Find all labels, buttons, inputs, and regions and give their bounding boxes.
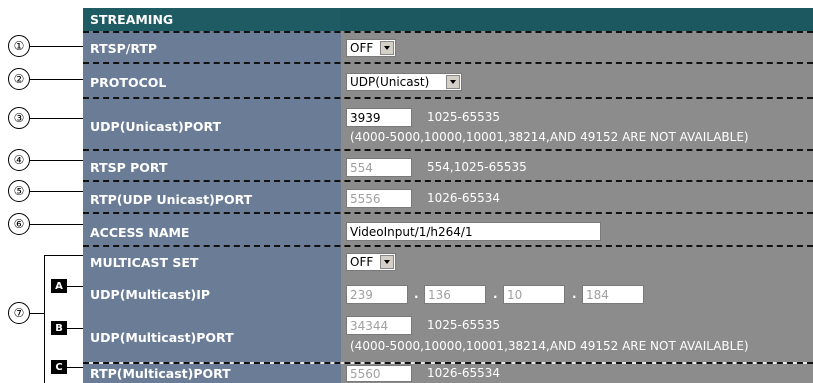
row-protocol: PROTOCOL UDP(Unicast) (83, 65, 813, 100)
udp-multicast-ip-label: UDP(Multicast)IP (83, 276, 341, 312)
section-title: STREAMING (83, 8, 340, 31)
rtsp-port-input[interactable]: 554 (346, 158, 412, 177)
rtsp-port-label: RTSP PORT (83, 152, 341, 183)
callout-3: ③ (8, 107, 30, 129)
row-rtp-multicast-port: RTP(Multicast)PORT 5560 1026-65534 (83, 364, 813, 383)
row-access-name: ACCESS NAME VideoInput/1/h264/1 (83, 215, 813, 249)
rtsp-rtp-label: RTSP/RTP (83, 31, 341, 65)
ip-separator: . (414, 287, 419, 301)
callout-a: A (51, 279, 67, 293)
udp-multicast-port-note: (4000-5000,10000,10001,38214,AND 49152 A… (350, 339, 749, 353)
rtp-multicast-port-input[interactable]: 5560 (346, 365, 412, 382)
multicast-ip-octet-3[interactable]: 10 (503, 285, 565, 304)
rtsp-port-range: 554,1025-65535 (427, 160, 527, 174)
udp-multicast-port-input[interactable]: 34344 (346, 316, 412, 335)
rtp-udp-unicast-port-range: 1026-65534 (427, 191, 501, 205)
callout-4: ④ (8, 149, 30, 171)
callout-c: C (51, 360, 67, 374)
udp-unicast-port-label: UDP(Unicast)PORT (83, 100, 341, 152)
callout-1: ① (8, 35, 30, 57)
row-rtsp-rtp: RTSP/RTP OFF (83, 31, 813, 65)
protocol-label: PROTOCOL (83, 65, 341, 100)
udp-unicast-port-range: 1025-65535 (427, 110, 501, 124)
rtp-udp-unicast-port-input[interactable]: 5556 (346, 189, 412, 208)
streaming-header: STREAMING (83, 8, 813, 31)
multicast-set-select[interactable]: OFF (346, 253, 396, 271)
row-rtp-udp-unicast-port: RTP(UDP Unicast)PORT 5556 1026-65534 (83, 183, 813, 215)
access-name-label: ACCESS NAME (83, 215, 341, 249)
row-rtsp-port: RTSP PORT 554 554,1025-65535 (83, 152, 813, 183)
rtp-multicast-port-label: RTP(Multicast)PORT (83, 364, 341, 383)
access-name-input[interactable]: VideoInput/1/h264/1 (346, 222, 601, 241)
row-udp-unicast-port: UDP(Unicast)PORT 3939 1025-65535 (4000-5… (83, 100, 813, 152)
streaming-panel: STREAMING RTSP/RTP OFF PROTOCOL UDP(Unic… (83, 8, 813, 383)
row-udp-multicast-ip: UDP(Multicast)IP 239 . 136 . 10 . 184 (83, 276, 813, 312)
chevron-down-icon (380, 255, 394, 269)
rtp-multicast-port-range: 1026-65534 (427, 366, 501, 380)
udp-multicast-port-range: 1025-65535 (427, 318, 501, 332)
callout-markers: ① ② ③ ④ ⑤ ⑥ ⑦ A B C (0, 0, 83, 383)
chevron-down-icon (380, 41, 394, 55)
multicast-ip-octet-2[interactable]: 136 (424, 285, 486, 304)
multicast-set-label: MULTICAST SET (83, 249, 341, 276)
udp-unicast-port-input[interactable]: 3939 (346, 108, 412, 127)
callout-2: ② (8, 68, 30, 90)
callout-5: ⑤ (8, 180, 30, 202)
udp-unicast-port-note: (4000-5000,10000,10001,38214,AND 49152 A… (350, 130, 749, 144)
callout-6: ⑥ (8, 213, 30, 235)
ip-separator: . (493, 287, 498, 301)
multicast-ip-octet-4[interactable]: 184 (582, 285, 644, 304)
ip-separator: . (572, 287, 577, 301)
udp-multicast-port-label: UDP(Multicast)PORT (83, 312, 341, 362)
protocol-select[interactable]: UDP(Unicast) (346, 73, 462, 91)
rtp-udp-unicast-port-label: RTP(UDP Unicast)PORT (83, 183, 341, 215)
row-udp-multicast-port: UDP(Multicast)PORT 34344 1025-65535 (400… (83, 312, 813, 362)
callout-b: B (51, 321, 67, 335)
chevron-down-icon (446, 75, 460, 89)
rtsp-rtp-select[interactable]: OFF (346, 39, 396, 57)
row-multicast-set: MULTICAST SET OFF (83, 249, 813, 276)
multicast-ip-octet-1[interactable]: 239 (346, 285, 408, 304)
callout-7: ⑦ (8, 302, 30, 324)
